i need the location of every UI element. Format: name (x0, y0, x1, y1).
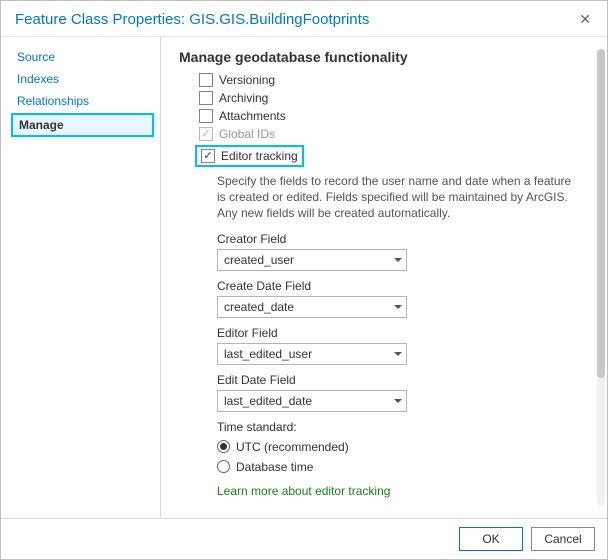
option-archiving[interactable]: Archiving (199, 91, 587, 105)
edit-date-field-label: Edit Date Field (217, 373, 587, 387)
scrollbar-thumb[interactable] (597, 49, 605, 378)
create-date-field-label: Create Date Field (217, 279, 587, 293)
sidebar-item-source[interactable]: Source (11, 47, 154, 67)
checkbox-archiving[interactable] (199, 91, 213, 105)
ok-button[interactable]: OK (459, 527, 523, 551)
creator-field-select[interactable]: created_user (217, 249, 407, 271)
radio-database-row[interactable]: Database time (217, 460, 587, 474)
creator-field-label: Creator Field (217, 232, 587, 246)
sidebar: Source Indexes Relationships Manage (1, 37, 161, 518)
label-global-ids: Global IDs (219, 127, 275, 141)
creator-field-value: created_user (224, 253, 294, 267)
creator-field-block: Creator Field created_user (217, 232, 587, 271)
editor-field-select[interactable]: last_edited_user (217, 343, 407, 365)
editor-tracking-description: Specify the fields to record the user na… (217, 173, 579, 222)
dialog-title: Feature Class Properties: GIS.GIS.Buildi… (15, 11, 369, 28)
checkbox-attachments[interactable] (199, 109, 213, 123)
option-versioning[interactable]: Versioning (199, 73, 587, 87)
edit-date-field-block: Edit Date Field last_edited_date (217, 373, 587, 412)
chevron-down-icon (394, 258, 402, 262)
option-editor-tracking[interactable]: Editor tracking (195, 145, 304, 167)
radio-utc[interactable] (217, 440, 230, 453)
create-date-field-select[interactable]: created_date (217, 296, 407, 318)
edit-date-field-select[interactable]: last_edited_date (217, 390, 407, 412)
titlebar: Feature Class Properties: GIS.GIS.Buildi… (1, 1, 607, 37)
section-heading: Manage geodatabase functionality (179, 49, 587, 65)
label-archiving: Archiving (219, 91, 268, 105)
editor-field-value: last_edited_user (224, 347, 312, 361)
sidebar-item-manage[interactable]: Manage (11, 113, 154, 137)
create-date-field-block: Create Date Field created_date (217, 279, 587, 318)
sidebar-item-relationships[interactable]: Relationships (11, 91, 154, 111)
label-versioning: Versioning (219, 73, 275, 87)
scrollbar[interactable] (597, 49, 605, 506)
close-icon[interactable]: ✕ (573, 9, 597, 30)
label-editor-tracking: Editor tracking (221, 149, 298, 163)
create-date-field-value: created_date (224, 300, 294, 314)
learn-more-link[interactable]: Learn more about editor tracking (217, 484, 587, 498)
chevron-down-icon (394, 399, 402, 403)
radio-utc-label: UTC (recommended) (236, 440, 349, 454)
main-panel: Manage geodatabase functionality Version… (161, 37, 607, 518)
label-attachments: Attachments (219, 109, 286, 123)
time-standard-group: Time standard: UTC (recommended) Databas… (217, 420, 587, 474)
radio-database-label: Database time (236, 460, 313, 474)
dialog-body: Source Indexes Relationships Manage Mana… (1, 37, 607, 518)
sidebar-item-indexes[interactable]: Indexes (11, 69, 154, 89)
edit-date-field-value: last_edited_date (224, 394, 312, 408)
footer: OK Cancel (1, 518, 607, 559)
chevron-down-icon (394, 352, 402, 356)
time-standard-label: Time standard: (217, 420, 587, 434)
checkbox-editor-tracking[interactable] (201, 149, 215, 163)
checkbox-global-ids (199, 127, 213, 141)
editor-field-block: Editor Field last_edited_user (217, 326, 587, 365)
chevron-down-icon (394, 305, 402, 309)
option-attachments[interactable]: Attachments (199, 109, 587, 123)
radio-utc-row[interactable]: UTC (recommended) (217, 440, 587, 454)
checkbox-versioning[interactable] (199, 73, 213, 87)
cancel-button[interactable]: Cancel (531, 527, 595, 551)
option-global-ids: Global IDs (199, 127, 587, 141)
radio-database[interactable] (217, 460, 230, 473)
editor-field-label: Editor Field (217, 326, 587, 340)
